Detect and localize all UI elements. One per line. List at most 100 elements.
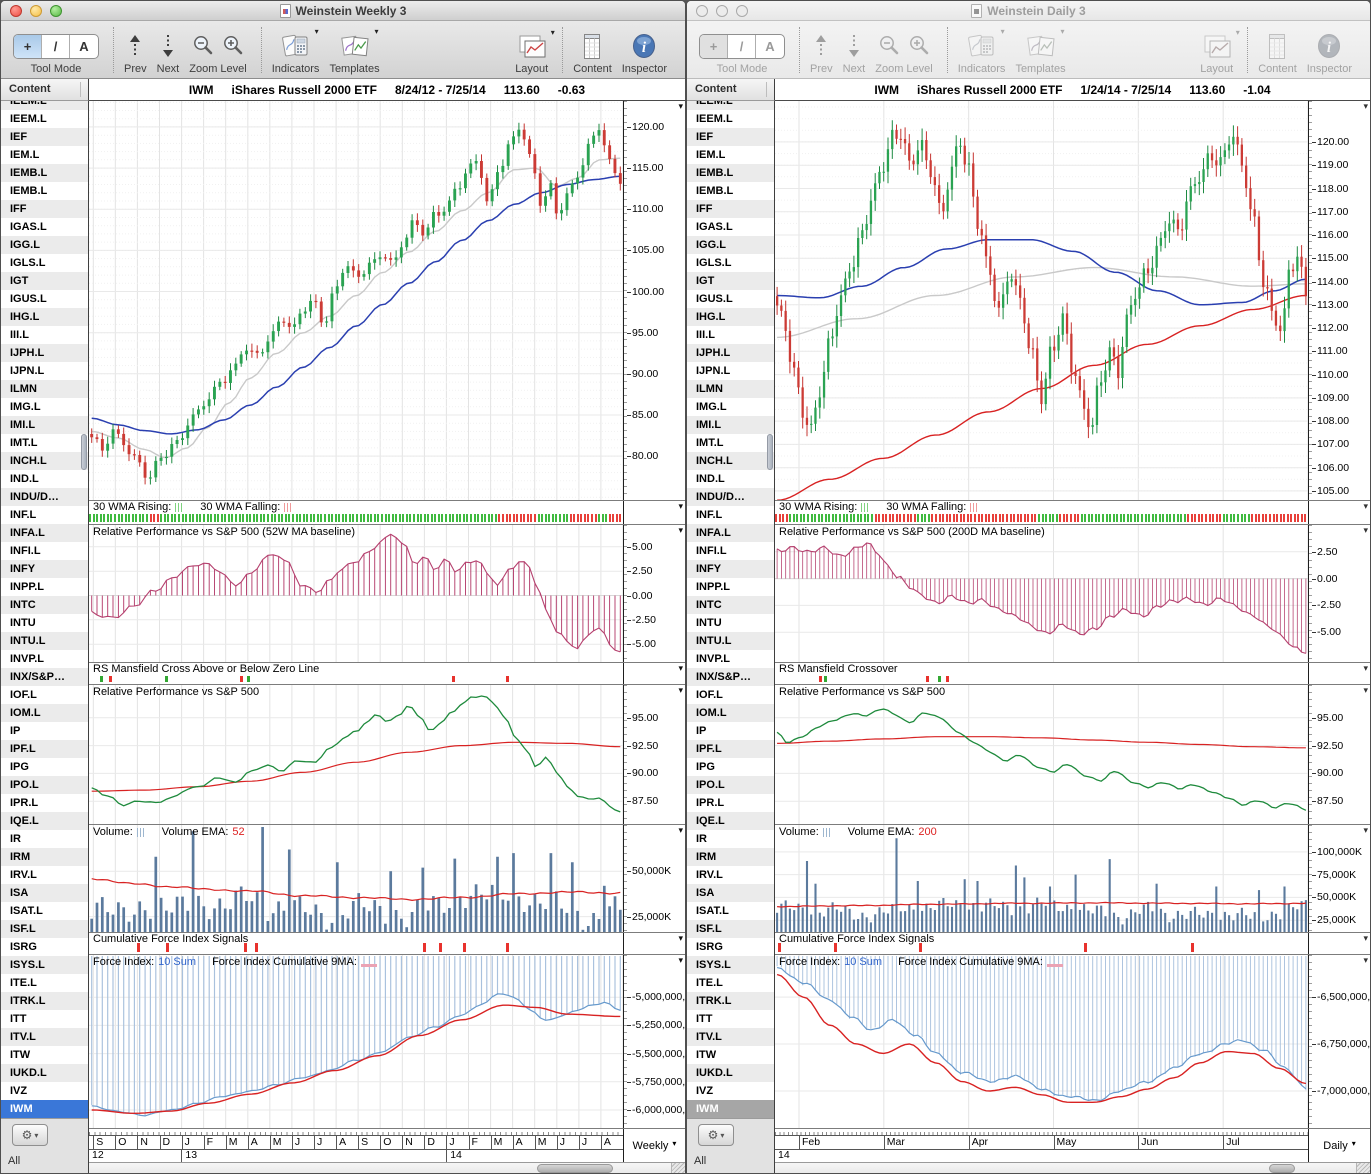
group-filter-label[interactable]: All — [8, 1155, 88, 1167]
sidebar-item[interactable]: INVP.L — [1, 650, 88, 668]
sidebar-item[interactable]: INFY — [1, 560, 88, 578]
minimize-button[interactable] — [30, 4, 42, 17]
panel-disclosure-icon[interactable]: ▾ — [1363, 933, 1368, 943]
sidebar-item[interactable]: INCH.L — [1, 452, 88, 470]
zoom-window-button[interactable] — [50, 4, 62, 17]
sidebar-item[interactable]: ISF.L — [687, 920, 774, 938]
relative-performance-histogram[interactable]: Relative Performance vs S&P 500 (200D MA… — [775, 525, 1308, 662]
sidebar-item[interactable]: IGT — [687, 272, 774, 290]
sidebar-item[interactable]: ITV.L — [1, 1028, 88, 1046]
action-menu-button[interactable]: ⚙ ▾ — [698, 1124, 734, 1146]
sidebar-item[interactable]: ITE.L — [687, 974, 774, 992]
sidebar-item[interactable]: IPG — [687, 758, 774, 776]
price-axis[interactable]: ▾ 120.00 119.00 118.00 117.00 116.00 115.00 114… — [1308, 101, 1370, 500]
sidebar-item[interactable]: IRM — [687, 848, 774, 866]
sidebar-item[interactable]: IVZ — [687, 1082, 774, 1100]
templates-button[interactable]: ▾ Templates — [329, 28, 379, 76]
sidebar-item[interactable]: IEM.L — [1, 146, 88, 164]
force-index-panel[interactable]: Force Index: 10 Sum Force Index Cumulativ… — [89, 955, 623, 1128]
sidebar-item[interactable]: IRV.L — [1, 866, 88, 884]
wma-signal-strip[interactable]: 30 WMA Rising: 30 WMA Falling: — [89, 501, 623, 524]
relative-performance-line[interactable]: Relative Performance vs S&P 500 — [775, 685, 1308, 824]
sidebar-item[interactable]: INF.L — [1, 506, 88, 524]
panel-disclosure-icon[interactable]: ▾ — [678, 663, 683, 673]
sidebar-item[interactable]: INTU.L — [1, 632, 88, 650]
sidebar-item[interactable]: IND.L — [1, 470, 88, 488]
sidebar-item[interactable]: IJPN.L — [1, 362, 88, 380]
sidebar-item[interactable]: IMT.L — [1, 434, 88, 452]
panel-disclosure-icon[interactable]: ▾ — [678, 685, 683, 695]
sidebar-item[interactable]: ISAT.L — [1, 902, 88, 920]
sidebar-item[interactable]: ITRK.L — [687, 992, 774, 1010]
panel-disclosure-icon[interactable]: ▾ — [678, 501, 683, 511]
sidebar-item[interactable]: INDU/D… — [1, 488, 88, 506]
force-index-panel[interactable]: Force Index: 10 Sum Force Index Cumulativ… — [775, 955, 1308, 1128]
scrollbar-thumb[interactable] — [81, 434, 87, 470]
rp-histogram-axis[interactable]: ▾ 2.50 0.00 -2.50 -5.00 — [1308, 525, 1370, 662]
sidebar-item[interactable]: INTU.L — [687, 632, 774, 650]
scrollbar-thumb[interactable] — [1268, 1164, 1295, 1173]
text-tool-button[interactable]: A — [756, 35, 784, 58]
sidebar-item[interactable]: IPR.L — [1, 794, 88, 812]
sidebar-item[interactable]: INTU — [1, 614, 88, 632]
panel-disclosure-icon[interactable]: ▾ — [678, 933, 683, 943]
sidebar-item[interactable]: IFF — [1, 200, 88, 218]
price-axis[interactable]: ▾ 120.00 115.00 110.00 105.00 100.00 95.00 90.0… — [623, 101, 685, 500]
layout-button[interactable]: ▾ Layout — [515, 28, 555, 75]
indicators-button[interactable]: ▾ Indicators — [958, 28, 1006, 76]
sidebar-item[interactable]: IEF — [1, 128, 88, 146]
rp-line-axis[interactable]: ▾ 95.00 92.50 90.00 87.50 — [1308, 685, 1370, 824]
sidebar-item[interactable]: IEEM.L — [1, 101, 88, 110]
panel-disclosure-icon[interactable]: ▾ — [1363, 101, 1368, 111]
panel-disclosure-icon[interactable]: ▾ — [1363, 525, 1368, 535]
sidebar-item[interactable]: III.L — [1, 326, 88, 344]
zoom-out-icon[interactable] — [191, 34, 215, 58]
horizontal-scrollbar[interactable] — [775, 1163, 1356, 1173]
sidebar-item[interactable]: IFF — [687, 200, 774, 218]
sidebar-item[interactable]: IMT.L — [687, 434, 774, 452]
sidebar-item[interactable]: INPP.L — [687, 578, 774, 596]
trendline-tool-button[interactable]: / — [42, 35, 70, 58]
zoom-out-icon[interactable] — [877, 34, 901, 58]
sidebar-item[interactable]: IWM — [1, 1100, 88, 1118]
volume-axis[interactable]: ▾ 50,000K 25,000K — [623, 825, 685, 932]
rp-line-axis[interactable]: ▾ 95.00 92.50 90.00 87.50 — [623, 685, 685, 824]
panel-disclosure-icon[interactable]: ▾ — [678, 825, 683, 835]
panel-disclosure-icon[interactable]: ▾ — [1363, 685, 1368, 695]
sidebar-item[interactable]: ITV.L — [687, 1028, 774, 1046]
panel-disclosure-icon[interactable]: ▾ — [1363, 663, 1368, 673]
sidebar-item[interactable]: IPG — [1, 758, 88, 776]
sidebar-item[interactable]: IMG.L — [687, 398, 774, 416]
mansfield-signal-strip[interactable]: RS Mansfield Cross Above or Below Zero L… — [89, 663, 623, 684]
sidebar-item[interactable]: IEM.L — [687, 146, 774, 164]
sidebar-item[interactable]: IMG.L — [1, 398, 88, 416]
next-button[interactable]: Next — [157, 30, 179, 75]
scrollbar-thumb[interactable] — [767, 434, 773, 470]
sidebar-item[interactable]: ISRG — [687, 938, 774, 956]
sidebar-item[interactable]: IQE.L — [1, 812, 88, 830]
sidebar-item[interactable]: ISF.L — [1, 920, 88, 938]
title-bar[interactable]: Weinstein Daily 3 — [687, 1, 1370, 21]
sidebar-item[interactable]: III.L — [687, 326, 774, 344]
sidebar-item[interactable]: ISRG — [1, 938, 88, 956]
templates-button[interactable]: ▾ Templates — [1015, 28, 1065, 76]
sidebar-item[interactable]: IPR.L — [687, 794, 774, 812]
trendline-tool-button[interactable]: / — [728, 35, 756, 58]
sidebar-item[interactable]: IGG.L — [1, 236, 88, 254]
force-index-axis[interactable]: ▾ -5,000,000, -5,250,000, -5,500,000, -5,750… — [623, 955, 685, 1128]
sidebar-item[interactable]: IND.L — [687, 470, 774, 488]
resize-grip[interactable] — [1356, 1163, 1370, 1173]
volume-panel[interactable]: Volume: Volume EMA: 52 — [89, 825, 623, 932]
sidebar-item[interactable]: IQE.L — [687, 812, 774, 830]
sidebar-item[interactable]: IUKD.L — [687, 1064, 774, 1082]
sidebar-item[interactable]: IOM.L — [1, 704, 88, 722]
sidebar-item[interactable]: ITT — [1, 1010, 88, 1028]
resize-grip[interactable] — [671, 1163, 685, 1173]
panel-disclosure-icon[interactable]: ▾ — [678, 955, 683, 965]
sidebar-item[interactable]: IJPH.L — [1, 344, 88, 362]
sidebar-item[interactable]: INVP.L — [687, 650, 774, 668]
panel-disclosure-icon[interactable]: ▾ — [1363, 825, 1368, 835]
sidebar-item[interactable]: IPF.L — [1, 740, 88, 758]
sidebar-item[interactable]: INF.L — [687, 506, 774, 524]
price-chart[interactable] — [89, 101, 623, 500]
